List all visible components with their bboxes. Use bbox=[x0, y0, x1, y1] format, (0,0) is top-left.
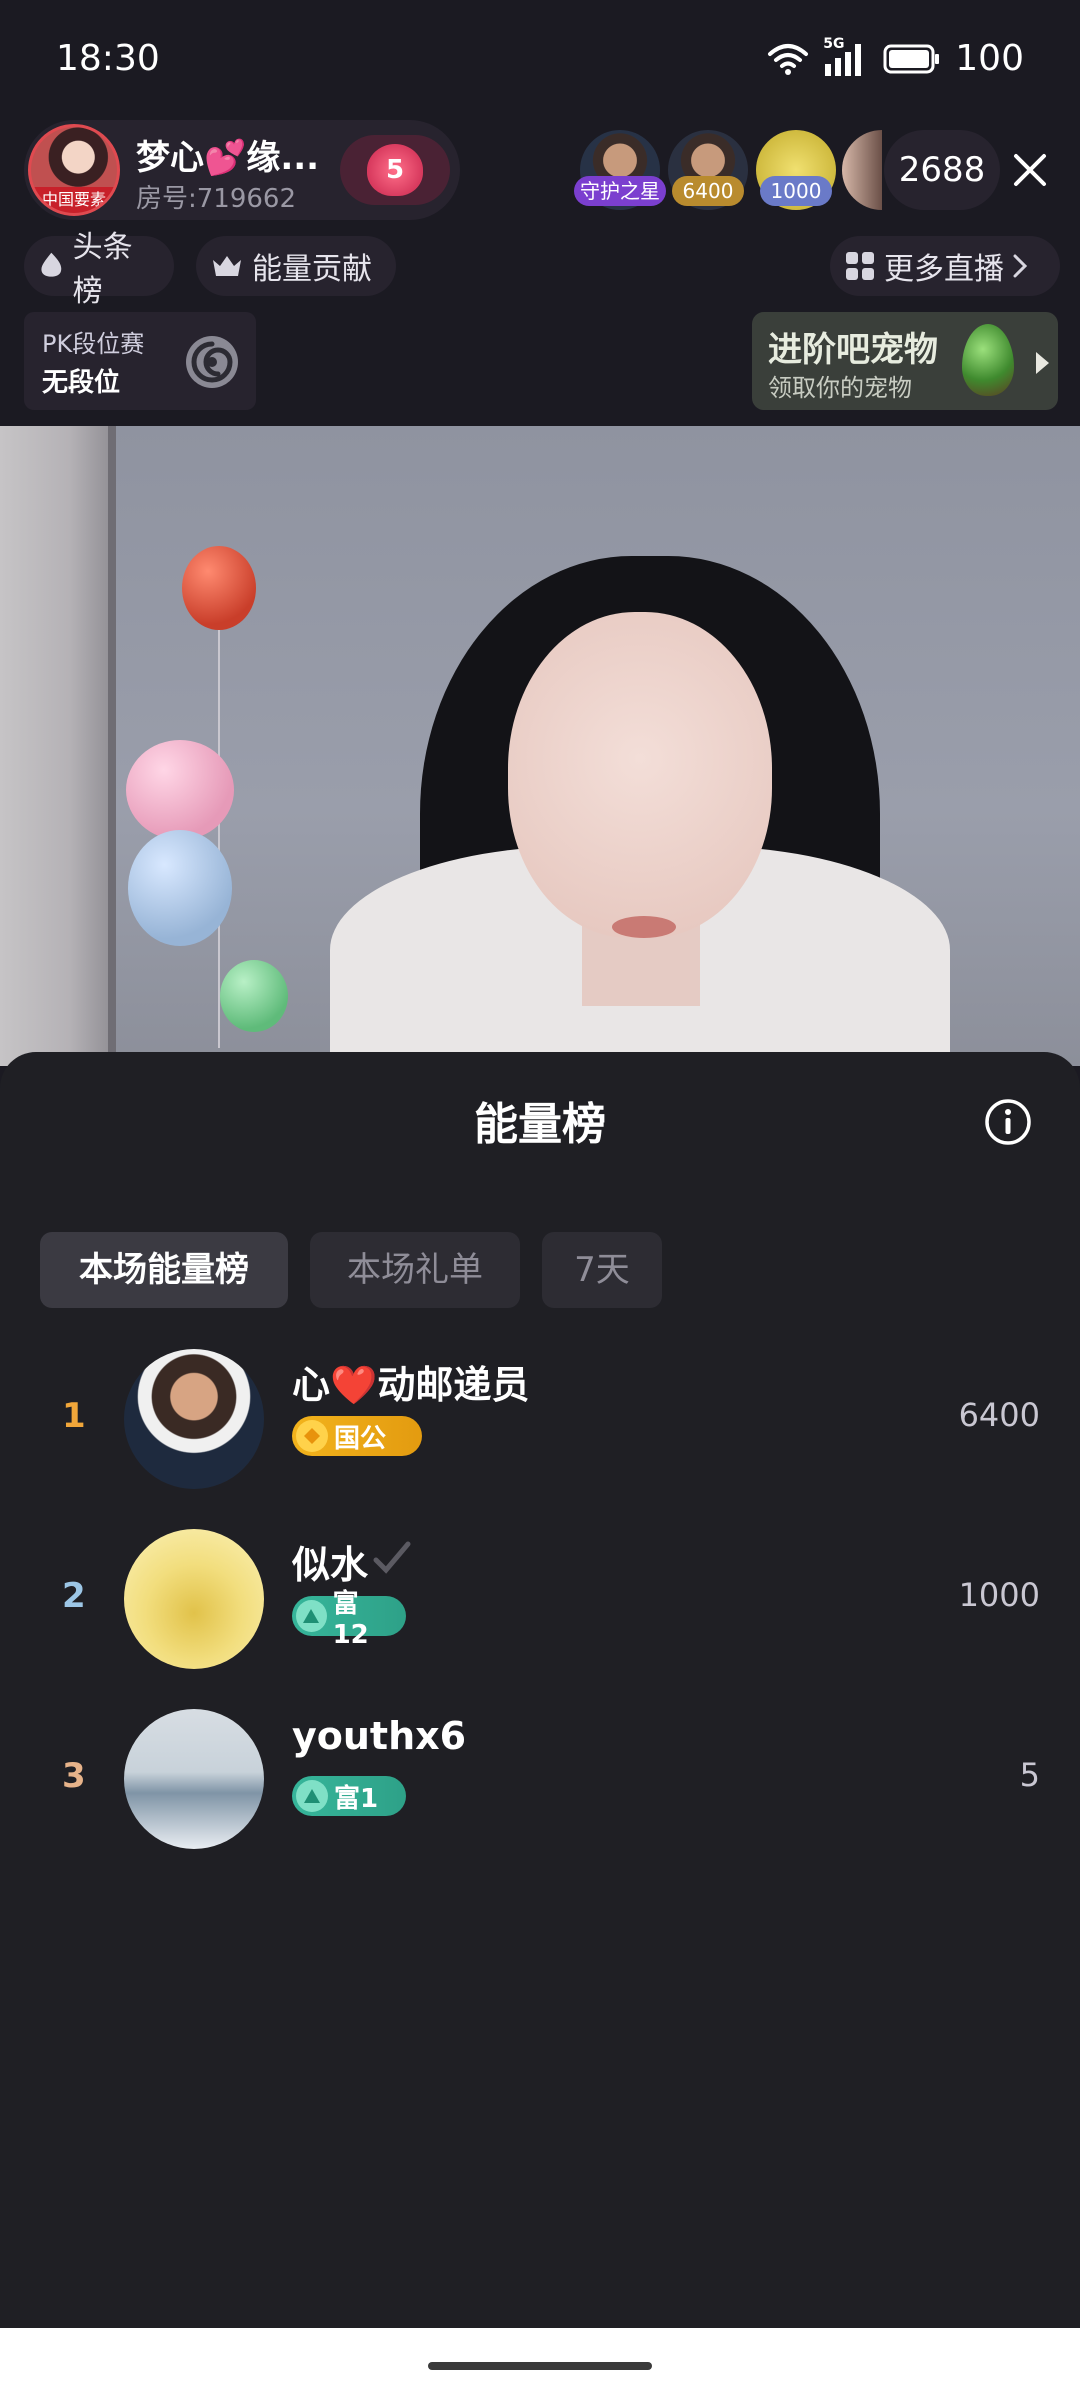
energy-contribution-label: 能量贡献 bbox=[252, 252, 372, 287]
host-avatar-badge: 中国要素 bbox=[31, 187, 117, 213]
more-live-chip[interactable]: 更多直播 bbox=[830, 236, 1060, 296]
chevron-right-icon bbox=[1013, 254, 1028, 278]
user-wealth-badge: 富1 bbox=[292, 1776, 406, 1816]
pet-promo-card[interactable]: 进阶吧宠物 领取你的宠物 bbox=[752, 312, 1058, 410]
close-icon[interactable] bbox=[1010, 150, 1050, 190]
crown-icon bbox=[213, 256, 241, 276]
user-score: 6400 bbox=[958, 1396, 1040, 1434]
rank-number: 1 bbox=[62, 1396, 86, 1436]
diamond-icon bbox=[296, 1420, 328, 1452]
user-wealth-badge: 富12 bbox=[292, 1589, 406, 1650]
grid-icon bbox=[846, 252, 874, 280]
user-avatar[interactable] bbox=[124, 1709, 264, 1849]
rank-number: 3 bbox=[62, 1756, 86, 1796]
home-indicator[interactable] bbox=[428, 2362, 652, 2370]
battery-icon bbox=[883, 44, 940, 73]
flame-icon bbox=[41, 252, 62, 277]
user-avatar[interactable] bbox=[124, 1529, 264, 1669]
pk-title: PK段位赛 bbox=[42, 330, 145, 358]
system-nav-bar bbox=[0, 2328, 1080, 2400]
room-id: 房号:719662 bbox=[136, 184, 297, 214]
tab-session-gifts[interactable]: 本场礼单 bbox=[310, 1232, 520, 1308]
heart-icon: 5 bbox=[367, 144, 423, 196]
pk-swirl-icon bbox=[186, 336, 238, 388]
battery-percent: 100 bbox=[955, 38, 1024, 79]
host-avatar[interactable]: 中国要素 bbox=[28, 124, 120, 216]
streamer-face bbox=[508, 612, 772, 938]
signal-icon: 5G bbox=[823, 36, 869, 76]
video-wall bbox=[0, 426, 115, 1066]
play-arrow-icon bbox=[1036, 352, 1049, 374]
sheet-title: 能量榜 bbox=[474, 1099, 606, 1150]
balloon-string bbox=[218, 628, 220, 1048]
rank-row[interactable]: 1 心❤️动邮递员 国公 6400 bbox=[0, 1344, 1080, 1494]
headline-rank-label: 头条榜 bbox=[72, 230, 133, 309]
triangle-icon bbox=[296, 1780, 328, 1812]
live-video[interactable] bbox=[0, 426, 1080, 1066]
rank-number: 2 bbox=[62, 1576, 86, 1616]
wifi-icon bbox=[768, 43, 809, 75]
balloon bbox=[182, 546, 256, 630]
user-name: 心❤️动邮递员 bbox=[292, 1363, 530, 1407]
tab-session-energy[interactable]: 本场能量榜 bbox=[40, 1232, 288, 1308]
rank-row[interactable]: 3 youthx6 富1 5 bbox=[0, 1704, 1080, 1854]
energy-contribution-chip[interactable]: 能量贡献 bbox=[196, 236, 396, 296]
balloon bbox=[126, 740, 234, 840]
pet-subtitle: 领取你的宠物 bbox=[768, 374, 912, 402]
user-level-badge: 国公 bbox=[292, 1416, 422, 1456]
pk-rank: 无段位 bbox=[42, 368, 121, 398]
user-name: 似水 bbox=[292, 1543, 369, 1587]
more-live-label: 更多直播 bbox=[884, 252, 1004, 287]
viewer-count[interactable]: 2688 bbox=[884, 130, 1000, 210]
status-icons: 5G 100 bbox=[767, 36, 1024, 79]
viewer-tag-score: 1000 bbox=[760, 176, 832, 206]
triangle-icon bbox=[296, 1600, 327, 1632]
status-bar: 18:30 5G 100 bbox=[0, 0, 1080, 120]
pk-rank-card[interactable]: PK段位赛 无段位 bbox=[24, 312, 256, 410]
video-wall-edge bbox=[108, 426, 116, 1066]
energy-rank-sheet: 能量榜 本场能量榜 本场礼单 7天 1 心❤️动邮递员 国公 6400 2 似水 bbox=[0, 1052, 1080, 2328]
viewer-tag-guardian: 守护之星 bbox=[574, 176, 666, 206]
like-button[interactable]: 5 bbox=[340, 135, 450, 205]
host-name: 梦心💕缘... bbox=[136, 138, 320, 178]
pet-egg-icon bbox=[962, 324, 1014, 396]
check-icon bbox=[373, 1541, 411, 1574]
user-level-label: 国公 bbox=[334, 1423, 387, 1454]
viewer-tag-score: 6400 bbox=[672, 176, 744, 206]
pet-title: 进阶吧宠物 bbox=[768, 330, 938, 370]
like-count: 5 bbox=[385, 155, 405, 185]
user-name: youthx6 bbox=[292, 1714, 467, 1758]
info-icon[interactable] bbox=[984, 1098, 1032, 1146]
balloon bbox=[220, 960, 288, 1032]
user-wealth-label: 富1 bbox=[334, 1783, 379, 1814]
status-time: 18:30 bbox=[56, 38, 160, 79]
streamer-lips bbox=[612, 916, 676, 938]
user-wealth-label: 富12 bbox=[332, 1588, 369, 1650]
user-score: 5 bbox=[1019, 1756, 1040, 1794]
headline-rank-chip[interactable]: 头条榜 bbox=[24, 230, 174, 309]
rank-row[interactable]: 2 似水 富12 1000 bbox=[0, 1524, 1080, 1674]
balloon bbox=[128, 830, 232, 946]
tab-7-days[interactable]: 7天 bbox=[542, 1232, 662, 1308]
viewer-avatar[interactable] bbox=[842, 130, 882, 210]
user-score: 1000 bbox=[958, 1576, 1040, 1614]
user-avatar[interactable] bbox=[124, 1349, 264, 1489]
